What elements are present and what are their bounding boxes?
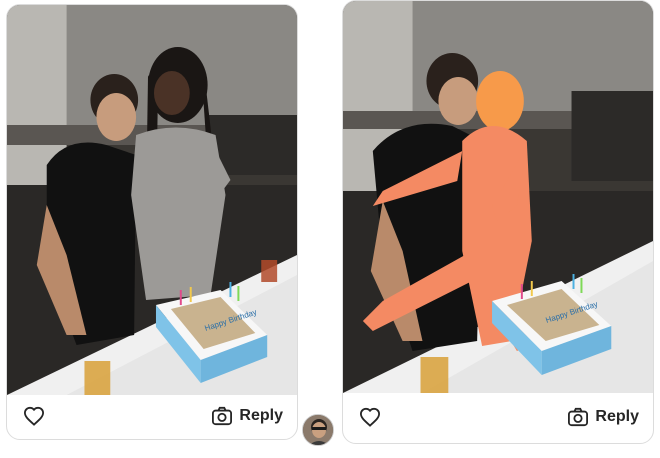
- reply-button[interactable]: Reply: [567, 407, 639, 427]
- story-card-left: Happy Birthday Reply: [6, 4, 298, 440]
- reply-label: Reply: [239, 407, 283, 424]
- heart-icon[interactable]: [21, 403, 47, 429]
- camera-icon: [211, 406, 233, 426]
- camera-icon: [567, 407, 589, 427]
- story-action-bar: Reply: [7, 393, 297, 439]
- reply-button[interactable]: Reply: [211, 406, 283, 426]
- heart-icon[interactable]: [357, 404, 383, 430]
- reply-label: Reply: [595, 408, 639, 425]
- story-card-right: Happy Birthday Reply: [342, 0, 654, 444]
- user-avatar[interactable]: [302, 414, 334, 446]
- story-photo-couple-cake: Happy Birthday: [7, 5, 297, 395]
- story-photo-doll-cake: Happy Birthday: [343, 1, 653, 393]
- story-action-bar: Reply: [343, 391, 653, 443]
